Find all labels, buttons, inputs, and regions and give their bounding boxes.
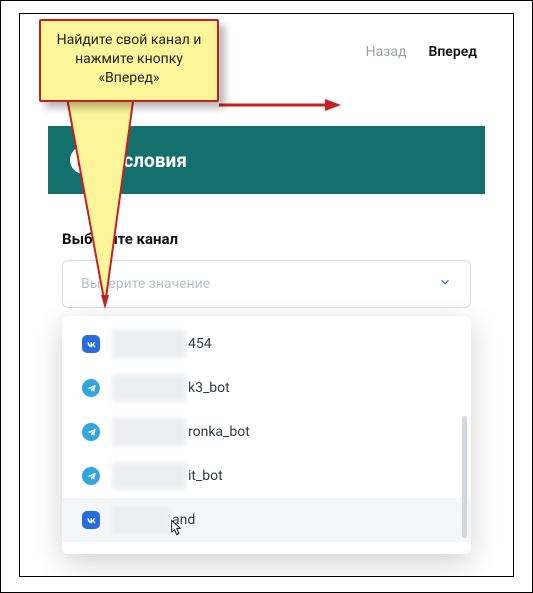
back-button[interactable]: Назад	[366, 44, 407, 60]
section-title: Условия	[112, 149, 187, 172]
telegram-icon	[82, 423, 100, 441]
redacted-text	[112, 506, 170, 534]
next-button[interactable]: Вперед	[428, 44, 477, 60]
tooltip-callout: Найдите свой канал и нажмите кнопку «Впе…	[39, 19, 219, 102]
channel-dropdown: 454 k3_bot ronka_bot it_botand	[62, 316, 471, 554]
channel-name-suffix: and	[172, 512, 195, 528]
vk-icon	[82, 511, 100, 529]
redacted-text	[112, 330, 186, 358]
select-placeholder: Выберите значение	[81, 276, 210, 292]
channel-name-suffix: 454	[188, 336, 212, 352]
field-label: Выберите канал	[62, 230, 178, 248]
channel-select[interactable]: Выберите значение	[62, 260, 471, 308]
vk-icon	[82, 335, 100, 353]
redacted-text	[112, 418, 186, 446]
channel-name-suffix: k3_bot	[188, 380, 230, 396]
channel-option[interactable]: ronka_bot	[62, 410, 471, 454]
channel-option[interactable]: it_bot	[62, 454, 471, 498]
telegram-icon	[82, 467, 100, 485]
channel-option[interactable]: and	[62, 498, 471, 542]
channel-option[interactable]: 454	[62, 322, 471, 366]
branch-icon	[70, 146, 98, 174]
scrollbar[interactable]	[462, 416, 467, 538]
channel-name-suffix: ronka_bot	[188, 424, 250, 440]
wizard-nav: Назад Вперед	[366, 44, 477, 60]
chevron-down-icon	[438, 275, 452, 293]
channel-name-suffix: it_bot	[188, 468, 223, 484]
channel-option[interactable]: k3_bot	[62, 366, 471, 410]
telegram-icon	[82, 379, 100, 397]
redacted-text	[112, 374, 186, 402]
redacted-text	[112, 462, 186, 490]
section-header: Условия	[48, 126, 485, 194]
